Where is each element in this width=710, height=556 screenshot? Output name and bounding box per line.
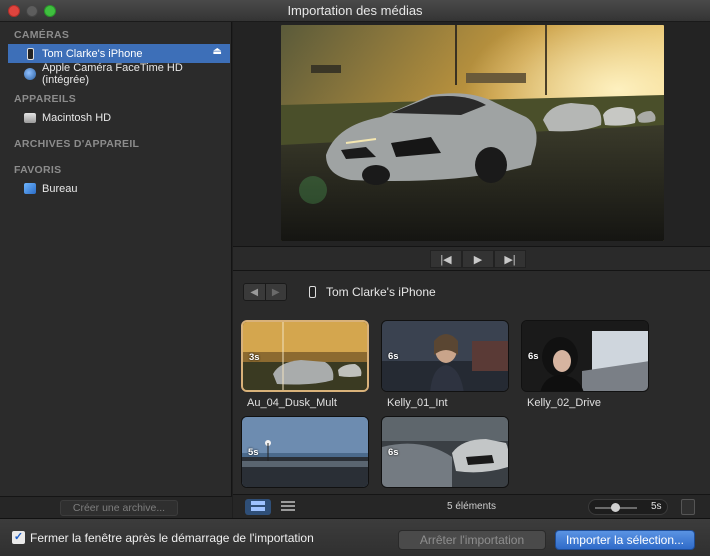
sidebar: CAMÉRAS Tom Clarke's iPhone ⏏ Apple Camé… [0, 22, 232, 518]
clip-preview: 6s [521, 320, 649, 392]
title-bar: Importation des médias [0, 0, 710, 22]
clip-appearance-button[interactable] [681, 499, 695, 515]
clip-thumbnail-kelly-02-drive[interactable]: 6s Kelly_02_Drive [521, 320, 649, 409]
clip-thumbnail-kelly-01-int[interactable]: 6s Kelly_01_Int [381, 320, 509, 409]
hard-drive-icon [24, 111, 36, 124]
sidebar-item-bureau[interactable]: Bureau [8, 179, 230, 198]
section-heading-device-archives: ARCHIVES D'APPAREIL [14, 138, 140, 150]
skip-back-icon: |◀ [440, 253, 452, 266]
back-button[interactable]: ◀ [244, 284, 265, 300]
transport-bar: |◀ ▶ ▶| [233, 246, 710, 270]
preview-viewer [233, 22, 710, 246]
skip-forward-icon: ▶| [504, 253, 516, 266]
clip-name: Kelly_01_Int [387, 397, 448, 409]
go-to-end-button[interactable]: ▶| [494, 250, 526, 268]
window-title: Importation des médias [287, 3, 423, 18]
clip-duration: 6s [388, 447, 399, 458]
play-button[interactable]: ▶ [462, 250, 494, 268]
device-title: Tom Clarke's iPhone [309, 285, 436, 299]
sidebar-item-label: Tom Clarke's iPhone [42, 47, 143, 60]
import-selection-button[interactable]: Importer la sélection... [555, 530, 695, 550]
clip-thumbnail-4[interactable]: 5s [241, 416, 369, 493]
clip-name: Kelly_02_Drive [527, 397, 601, 409]
play-icon: ▶ [473, 253, 483, 266]
clip-preview: 3s [241, 320, 369, 392]
clip-thumbnail-au-04-dusk-mult[interactable]: 3s Au_04_Dusk_Mult [241, 320, 369, 409]
window-controls [8, 5, 56, 17]
clip-name: Au_04_Dusk_Mult [247, 397, 337, 409]
sidebar-item-label: Bureau [42, 182, 78, 195]
clip-zoom-control: 5s [588, 499, 668, 515]
iphone-icon [24, 47, 36, 60]
clip-duration: 3s [249, 352, 260, 363]
video-preview [281, 25, 664, 241]
device-title-label: Tom Clarke's iPhone [326, 285, 436, 299]
clip-preview: 5s [241, 416, 369, 488]
clip-preview: 6s [381, 320, 509, 392]
desktop-folder-icon [24, 182, 36, 195]
section-heading-favorites: FAVORIS [14, 164, 62, 176]
sidebar-item-label: Macintosh HD [42, 111, 112, 124]
close-window-button[interactable] [8, 5, 20, 17]
sidebar-item-tom-clarkes-iphone[interactable]: Tom Clarke's iPhone ⏏ [8, 44, 230, 63]
go-to-start-button[interactable]: |◀ [430, 250, 462, 268]
facetime-camera-icon [24, 67, 36, 80]
close-window-checkbox[interactable]: ✓ [12, 531, 25, 544]
eject-icon[interactable]: ⏏ [213, 46, 222, 57]
create-archive-button[interactable]: Créer une archive... [60, 500, 178, 516]
minimize-window-button[interactable] [26, 5, 38, 17]
checkmark-icon: ✓ [13, 531, 24, 543]
section-heading-devices: APPAREILS [14, 93, 77, 105]
zoom-duration-value: 5s [651, 501, 662, 512]
clip-thumbnail-5[interactable]: 6s [381, 416, 509, 493]
iphone-icon [309, 286, 316, 298]
footer-bar: ✓ Fermer la fenêtre après le démarrage d… [0, 518, 710, 556]
browser-status-bar: 5 éléments 5s [233, 494, 710, 518]
close-window-checkbox-label[interactable]: Fermer la fenêtre après le démarrage de … [30, 531, 314, 545]
forward-button[interactable]: ▶ [264, 284, 286, 300]
stop-import-button[interactable]: Arrêter l'importation [398, 530, 546, 550]
clip-duration: 6s [388, 351, 399, 362]
sidebar-item-macintosh-hd[interactable]: Macintosh HD [8, 108, 230, 127]
section-heading-cameras: CAMÉRAS [14, 29, 70, 41]
history-navigation: ◀ ▶ [243, 283, 287, 301]
sidebar-item-facetime-camera[interactable]: Apple Caméra FaceTime HD (intégrée) [8, 61, 230, 86]
clip-duration: 6s [528, 351, 539, 362]
zoom-window-button[interactable] [44, 5, 56, 17]
zoom-slider-handle[interactable] [611, 503, 620, 512]
sidebar-item-label: Apple Caméra FaceTime HD (intégrée) [42, 61, 183, 86]
clip-preview: 6s [381, 416, 509, 488]
clip-duration: 5s [248, 447, 259, 458]
clip-browser: ◀ ▶ Tom Clarke's iPhone 3s Au_04_Dusk_Mu… [233, 270, 710, 494]
archive-bar: Créer une archive... [0, 496, 232, 518]
